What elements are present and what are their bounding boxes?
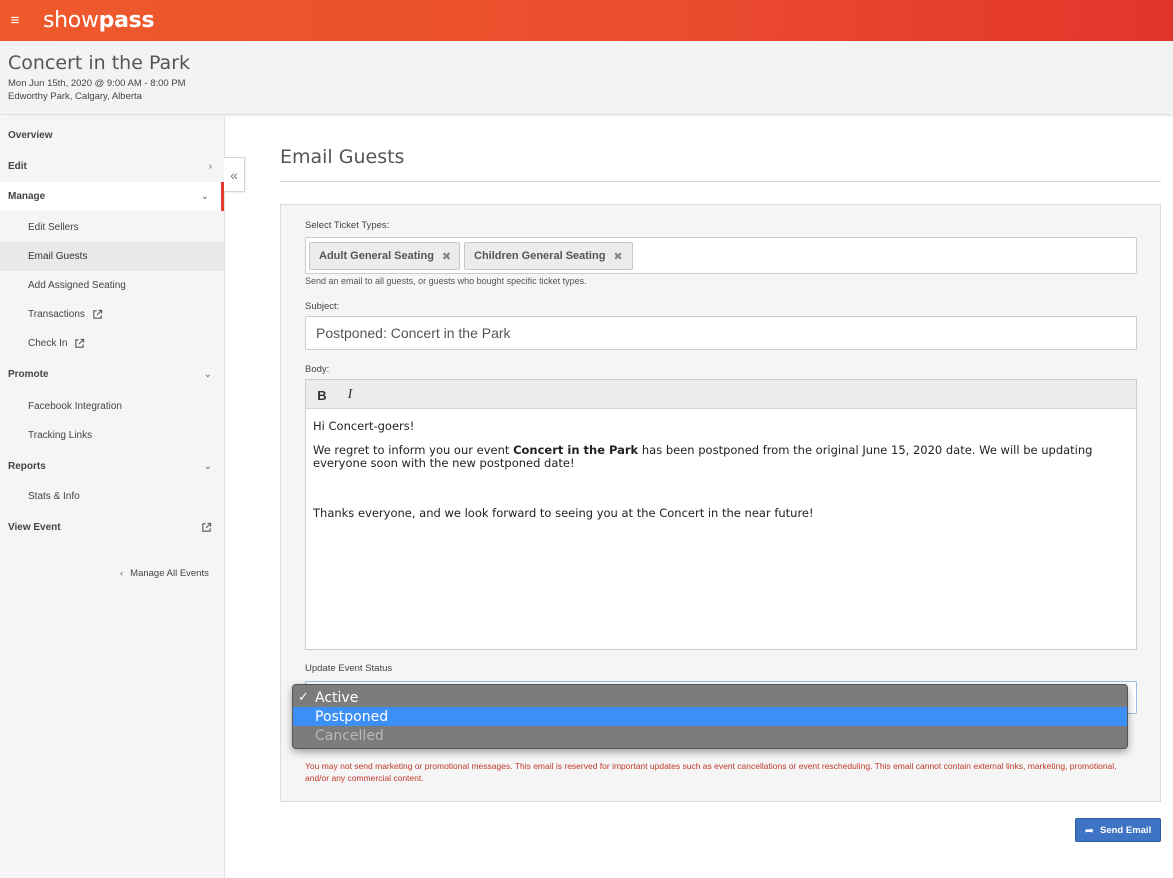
ticket-types-label: Select Ticket Types: [305,220,390,231]
sidebar-item-overview[interactable]: Overview [0,121,224,150]
editor-toolbar: B I [306,380,1136,409]
sidebar-subitem-email-guests[interactable]: Email Guests [0,242,224,271]
sidebar-subitem-add-assigned-seating[interactable]: Add Assigned Seating [0,271,224,300]
status-dropdown-menu: ✓ Active Postponed Cancelled [292,684,1128,749]
page-title: Email Guests [280,146,405,168]
ticket-types-input[interactable]: Adult General Seating ✖ Children General … [305,237,1137,274]
sidebar-subitem-edit-sellers[interactable]: Edit Sellers [0,213,224,242]
status-option-postponed[interactable]: Postponed [293,707,1127,726]
chevron-left-icon: ‹ [120,568,124,579]
warning-text: You may not send marketing or promotiona… [305,761,1117,783]
manage-all-events-link[interactable]: ‹ Manage All Events [120,568,209,579]
sidebar-item-manage[interactable]: Manage ⌄ [0,182,224,211]
sidebar-subitem-check-in[interactable]: Check In [0,329,224,358]
external-link-icon [93,309,103,319]
chevron-down-icon: ⌄ [203,369,212,380]
body-editor[interactable]: B I Hi Concert-goers! We regret to infor… [305,379,1137,650]
remove-icon[interactable]: ✖ [613,250,622,263]
chevron-down-icon: ⌄ [200,191,209,202]
title-divider [280,181,1161,182]
ticket-chip-children: Children General Seating ✖ [464,242,633,270]
sidebar-subitem-facebook-integration[interactable]: Facebook Integration [0,392,224,421]
bold-button[interactable]: B [312,385,332,405]
sidebar-subitem-tracking-links[interactable]: Tracking Links [0,421,224,450]
body-paragraph: We regret to inform you our event Concer… [313,442,1093,470]
editor-content[interactable]: Hi Concert-goers! We regret to inform yo… [313,419,1113,530]
event-location: Edworthy Park, Calgary, Alberta [8,91,142,102]
share-arrow-icon: ➦ [1084,824,1094,837]
event-title: Concert in the Park [8,52,191,74]
sidebar: Overview Edit › Manage ⌄ Edit Sellers Emai… [0,116,225,878]
top-bar: ≡ showpass [0,0,1173,41]
ticket-chip-adult: Adult General Seating ✖ [309,242,460,270]
subject-input[interactable]: Postponed: Concert in the Park [305,316,1137,350]
status-option-active[interactable]: ✓ Active [293,688,1127,707]
sidebar-item-view-event[interactable]: View Event [0,513,224,542]
chevron-down-icon: ⌄ [203,461,212,472]
external-link-icon [202,522,212,532]
status-label: Update Event Status [305,663,393,674]
hamburger-icon[interactable]: ≡ [0,0,30,41]
event-date: Mon Jun 15th, 2020 @ 9:00 AM - 8:00 PM [8,78,186,89]
double-chevron-left-icon: « [230,166,238,183]
subject-label: Subject: [305,301,340,312]
sidebar-item-reports[interactable]: Reports ⌄ [0,452,224,481]
sidebar-item-promote[interactable]: Promote ⌄ [0,360,224,389]
body-label: Body: [305,364,330,375]
body-closing: Thanks everyone, and we look forward to … [313,505,814,520]
checkmark-icon: ✓ [298,690,309,705]
chevron-right-icon: › [208,161,212,172]
sidebar-subitem-stats-info[interactable]: Stats & Info [0,482,224,511]
event-header: Concert in the Park Mon Jun 15th, 2020 @… [0,41,1173,115]
ticket-types-help: Send an email to all guests, or guests w… [305,276,587,286]
send-email-button[interactable]: ➦ Send Email [1075,818,1161,842]
status-option-cancelled: Cancelled [315,727,384,744]
sidebar-subitem-transactions[interactable]: Transactions [0,300,224,329]
remove-icon[interactable]: ✖ [442,250,451,263]
collapse-sidebar-button[interactable]: « [224,157,245,192]
italic-button[interactable]: I [340,385,360,405]
sidebar-item-edit[interactable]: Edit › [0,152,224,181]
external-link-icon [75,338,85,348]
body-greeting: Hi Concert-goers! [313,419,415,433]
showpass-logo[interactable]: showpass [43,8,155,33]
